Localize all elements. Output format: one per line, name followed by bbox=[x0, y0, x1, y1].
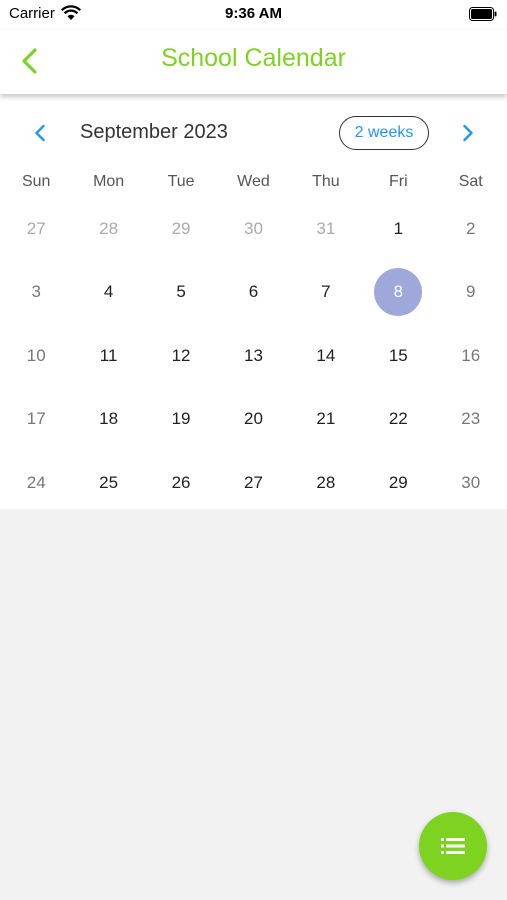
calendar-day-label: 16 bbox=[461, 345, 481, 365]
page-title: School Calendar bbox=[161, 44, 346, 72]
calendar-day[interactable]: 28 bbox=[290, 451, 362, 515]
calendar-day[interactable]: 9 bbox=[435, 261, 507, 325]
calendar-day-label: 7 bbox=[321, 282, 331, 302]
calendar-day[interactable]: 25 bbox=[72, 451, 144, 515]
calendar-day-label: 18 bbox=[99, 409, 119, 429]
weekday-label: Mon bbox=[93, 173, 125, 190]
calendar-day[interactable]: 13 bbox=[217, 324, 289, 388]
days-grid: 27 28 29 30 31 1 2 3 4 5 6 7 8 9 10 11 12 13 14 15 16 17 18 19 2… bbox=[0, 197, 507, 515]
calendar-day-label: 11 bbox=[99, 345, 118, 365]
calendar-day[interactable]: 23 bbox=[435, 388, 507, 452]
format-toggle-button[interactable]: 2 weeks bbox=[339, 116, 429, 150]
status-time: 9:36 AM bbox=[225, 5, 282, 22]
weekday-label: Sat bbox=[458, 173, 483, 190]
calendar-day-label: 21 bbox=[316, 409, 336, 429]
calendar-day[interactable]: 10 bbox=[0, 324, 72, 388]
calendar-day[interactable]: 17 bbox=[0, 388, 72, 452]
calendar-day[interactable]: 7 bbox=[290, 261, 362, 325]
calendar-day[interactable]: 11 bbox=[72, 324, 144, 388]
calendar-day[interactable]: 27 bbox=[0, 197, 72, 261]
calendar-day-label: 27 bbox=[244, 472, 263, 492]
calendar-day[interactable]: 30 bbox=[435, 451, 507, 515]
calendar-day-label: 6 bbox=[248, 282, 259, 302]
calendar-day-label: 12 bbox=[171, 345, 191, 365]
calendar-day-label: 17 bbox=[26, 409, 46, 429]
chevron-left-icon bbox=[35, 124, 45, 142]
calendar-day-label: 26 bbox=[171, 472, 191, 492]
calendar-day[interactable]: 14 bbox=[290, 324, 362, 388]
calendar-day-label: 15 bbox=[388, 345, 408, 365]
weekday-label: Wed bbox=[237, 173, 270, 190]
weekday-label: Fri bbox=[388, 173, 408, 190]
calendar-day[interactable]: 18 bbox=[72, 388, 144, 452]
calendar-day-label: 2 bbox=[466, 218, 476, 238]
calendar-day-label: 3 bbox=[31, 282, 41, 302]
month-title: September 2023 bbox=[80, 121, 228, 143]
battery-icon bbox=[469, 7, 497, 21]
calendar-day[interactable]: 15 bbox=[362, 324, 434, 388]
list-icon bbox=[441, 838, 465, 854]
calendar-day[interactable]: 19 bbox=[145, 388, 217, 452]
calendar-day-label: 29 bbox=[388, 472, 408, 492]
calendar-day[interactable]: 28 bbox=[72, 197, 144, 261]
calendar-day-label: 14 bbox=[316, 345, 336, 365]
calendar-day-label: 27 bbox=[26, 218, 46, 238]
calendar-day[interactable]: 26 bbox=[145, 451, 217, 515]
weekday-label: Tue bbox=[167, 173, 195, 190]
calendar-day-selected[interactable]: 8 bbox=[362, 261, 434, 325]
calendar-day-label: 28 bbox=[316, 472, 336, 492]
calendar-day[interactable]: 30 bbox=[217, 197, 289, 261]
calendar-day-label: 9 bbox=[466, 282, 476, 302]
weekday-label: Sun bbox=[21, 173, 51, 190]
calendar-day-label: 4 bbox=[103, 282, 114, 302]
prev-month-button[interactable] bbox=[25, 118, 55, 148]
calendar-day-label: 29 bbox=[171, 218, 191, 238]
calendar-day[interactable]: 3 bbox=[0, 261, 72, 325]
calendar-day[interactable]: 2 bbox=[435, 197, 507, 261]
chevron-left-icon bbox=[22, 48, 37, 74]
calendar-day-label: 30 bbox=[461, 472, 481, 492]
calendar-day[interactable]: 29 bbox=[362, 451, 434, 515]
calendar-day[interactable]: 21 bbox=[290, 388, 362, 452]
calendar-day[interactable]: 1 bbox=[362, 197, 434, 261]
calendar-day-label: 5 bbox=[176, 282, 186, 302]
event-list-button[interactable] bbox=[419, 812, 487, 880]
calendar-day-label: 10 bbox=[26, 345, 46, 365]
calendar-day[interactable]: 22 bbox=[362, 388, 434, 452]
calendar-day-label: 31 bbox=[316, 218, 336, 238]
calendar-day-label: 22 bbox=[388, 409, 408, 429]
calendar-day[interactable]: 20 bbox=[217, 388, 289, 452]
calendar-day-label: 20 bbox=[244, 409, 263, 429]
calendar-day-label: 1 bbox=[393, 218, 404, 238]
calendar-day-label: 24 bbox=[26, 472, 46, 492]
chevron-right-icon bbox=[463, 124, 473, 142]
nav-bar: School Calendar bbox=[0, 30, 507, 94]
calendar-day[interactable]: 6 bbox=[217, 261, 289, 325]
next-month-button[interactable] bbox=[453, 118, 483, 148]
calendar-day-label: 30 bbox=[244, 218, 263, 238]
calendar-day[interactable]: 12 bbox=[145, 324, 217, 388]
calendar-day[interactable]: 27 bbox=[217, 451, 289, 515]
calendar-day[interactable]: 31 bbox=[290, 197, 362, 261]
calendar-day-label: 8 bbox=[374, 268, 423, 317]
calendar-day[interactable]: 29 bbox=[145, 197, 217, 261]
calendar-header: September 2023 2 weeks bbox=[0, 94, 507, 172]
calendar-day[interactable]: 5 bbox=[145, 261, 217, 325]
calendar-day-label: 23 bbox=[461, 409, 481, 429]
calendar-day-label: 19 bbox=[171, 409, 191, 429]
calendar-day-label: 28 bbox=[99, 218, 119, 238]
weekday-label: Thu bbox=[312, 173, 340, 190]
calendar-day-label: 13 bbox=[244, 345, 263, 365]
calendar-day[interactable]: 4 bbox=[72, 261, 144, 325]
calendar-day[interactable]: 24 bbox=[0, 451, 72, 515]
calendar: September 2023 2 weeks Sun Mon Tue Wed T… bbox=[0, 94, 507, 509]
weekday-row: Sun Mon Tue Wed Thu Fri Sat bbox=[0, 172, 507, 196]
calendar-day[interactable]: 16 bbox=[435, 324, 507, 388]
status-bar: Carrier 9:36 AM bbox=[0, 0, 507, 30]
calendar-day-label: 25 bbox=[99, 472, 119, 492]
back-button[interactable] bbox=[12, 42, 46, 80]
